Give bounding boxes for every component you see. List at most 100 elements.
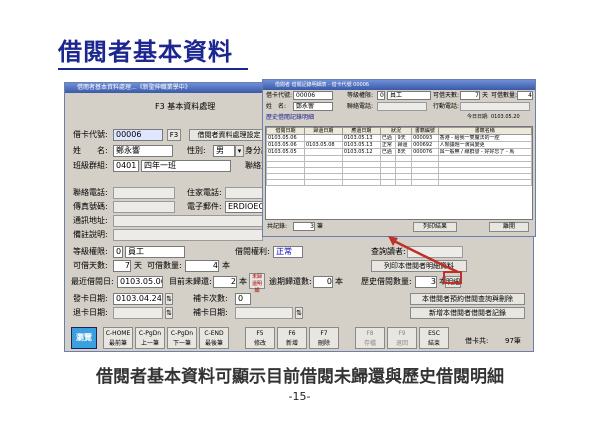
edit-button[interactable]: F5 修改 — [245, 327, 275, 349]
right-field: 正常 — [273, 246, 303, 258]
expire-date-input[interactable] — [113, 307, 163, 319]
cell-return-date: 0103.05.08 — [303, 141, 343, 149]
fax-input[interactable] — [113, 201, 175, 213]
card-label: 借卡代號: — [266, 92, 293, 99]
cell-book-id: 000093 — [411, 134, 439, 142]
cell-book-id: 000692 — [411, 141, 439, 149]
prev-record-button[interactable]: C-PgDn 上一筆 — [135, 327, 165, 349]
home-phone-input[interactable] — [225, 187, 265, 199]
reservation-button[interactable]: 本借閱者預約借閱查詢與刪除 — [410, 293, 525, 305]
browse-button[interactable]: 瀏覽 — [71, 327, 97, 349]
days-unit: 天 — [482, 92, 489, 99]
history-table: 借閱日期 歸還日期 應還日期 狀況 書籍編號 書籍名稱 0103.05.06 0… — [265, 126, 533, 220]
save-button[interactable]: F8 存檔 — [355, 327, 385, 349]
fax-label: 傳真號碼: — [73, 202, 108, 211]
edit-key: F5 — [256, 330, 264, 337]
today-value: 0103.05.20 — [491, 114, 520, 120]
exit-label: 結束 — [427, 340, 440, 347]
f3-lookup-button[interactable]: F3 — [167, 129, 181, 141]
cell-status-days: 歸還 — [395, 141, 413, 149]
expire-date-spin-icon[interactable]: ⇅ — [165, 307, 173, 319]
right-label: 借閱權利: — [235, 247, 270, 256]
class-name-field: 四年一班 — [141, 160, 231, 172]
gender-label: 性別: — [187, 146, 206, 155]
delete-button[interactable]: F7 刪除 — [309, 327, 339, 349]
prev-record-key: C-PgDn — [138, 330, 162, 337]
level-code: 0 — [377, 91, 385, 100]
qty-unit: 本 — [222, 261, 230, 270]
email-input[interactable]: ERDIOECO — [225, 201, 265, 213]
last-record-button[interactable]: C-END 最後筆 — [199, 327, 229, 349]
empty-row — [266, 179, 532, 186]
section-label: 歷史借閱記錄明細 — [266, 114, 315, 121]
cell-status: 已過 — [379, 148, 397, 156]
cell-status-days: 8天 — [395, 148, 413, 156]
card-field: 00006 — [293, 91, 333, 100]
today-label: 今日日期: — [467, 114, 489, 120]
setup-button[interactable]: 借閱者資料處理設定 — [189, 129, 269, 141]
save-label: 存檔 — [363, 340, 376, 347]
gender-dropdown-icon[interactable]: ▾ — [235, 145, 244, 157]
last-date-field: 0103.05.06 — [117, 276, 163, 288]
cell-due-date: 0103.05.12 — [341, 148, 381, 156]
cell-borrow-date: 0103.05.06 — [266, 134, 305, 142]
cell-status-days: 9天 — [395, 134, 413, 142]
reissue-date-input[interactable] — [235, 307, 293, 319]
reissue-date-spin-icon[interactable]: ⇅ — [295, 307, 303, 319]
col-borrow-date: 借閱日期 — [266, 127, 305, 135]
table-row[interactable]: 0103.05.05 0103.05.12 已過 8天 000076 與一般無 … — [266, 148, 532, 156]
next-record-button[interactable]: C-PgDn 下一筆 — [167, 327, 197, 349]
cancel-button[interactable]: F9 退回 — [387, 327, 417, 349]
borrower-id-input[interactable]: 00006 — [113, 129, 163, 141]
table-row[interactable]: 0103.05.06 0103.05.08 0103.05.13 正常 歸還 0… — [266, 141, 532, 149]
borrower-id-label: 借卡代號: — [73, 130, 108, 139]
history-table-header: 借閱日期 歸還日期 應還日期 狀況 書籍編號 書籍名稱 — [266, 127, 532, 135]
cell-book-name: 與一般無 / 線群發 - 好好忘了 - 馬 — [437, 148, 532, 156]
exit-button[interactable]: ESC 結束 — [419, 327, 449, 349]
overdue-field: 0 — [313, 276, 333, 288]
next-record-label: 下一筆 — [172, 340, 191, 347]
class-code-input[interactable]: 0401 — [113, 160, 139, 172]
cell-status: 正常 — [379, 141, 397, 149]
col-due-date: 應還日期 — [341, 127, 381, 135]
slide-caption: 借閱者基本資料可顯示目前借閱未歸還與歷史借閱明細 — [96, 367, 504, 387]
add-record-button[interactable]: 新增本借閱者借閱者記錄 — [410, 307, 525, 319]
phone-input[interactable] — [113, 187, 175, 199]
total-label: 共記錄: — [267, 223, 288, 230]
gender-select[interactable]: 男 — [213, 145, 235, 157]
issue-date-input[interactable]: 0103.04.24 — [113, 293, 163, 305]
cell-borrow-date: 0103.05.06 — [266, 141, 305, 149]
note-label: 備註說明: — [73, 230, 108, 239]
qty-label: 可借數量: — [147, 261, 182, 270]
table-row[interactable]: 0103.05.06 0103.05.13 已過 9天 000093 香港 - … — [266, 134, 532, 142]
last-date-label: 最近借閱日: — [71, 277, 114, 286]
name-field: 鄭永響 — [293, 102, 333, 111]
address-input[interactable] — [113, 215, 263, 227]
level-code-input[interactable]: 0 — [113, 246, 123, 258]
days-label: 可借天數: — [73, 261, 108, 270]
history-window-titlebar: 借閱者 借閱記錄明細表 - 借卡代號 00006 — [263, 80, 535, 90]
callout-arrow — [388, 236, 459, 274]
days-unit: 天 — [134, 261, 142, 270]
last-record-label: 最後筆 — [204, 340, 223, 347]
unreturned-field: 2 — [213, 276, 237, 288]
first-record-button[interactable]: C-HOME 最前筆 — [103, 327, 133, 349]
col-book-id: 書籍編號 — [411, 127, 439, 135]
overdue-label: 逾期歸還數: — [269, 277, 312, 286]
history-window-title: 借閱者 借閱記錄明細表 - 借卡代號 00006 — [275, 82, 370, 88]
prev-record-label: 上一筆 — [140, 340, 159, 347]
total-unit: 筆 — [317, 223, 324, 230]
add-button[interactable]: F6 新增 — [277, 327, 307, 349]
delete-key: F7 — [320, 330, 328, 337]
unreturned-detail-button[interactable]: 未歸還明細 — [249, 273, 265, 294]
days-label: 可借天數: — [433, 92, 460, 99]
phone-label: 聯絡電話: — [347, 103, 374, 110]
print-result-button[interactable]: 列印結果 — [413, 222, 457, 232]
col-status: 狀況 — [379, 127, 413, 135]
issue-date-spin-icon[interactable]: ⇅ — [165, 293, 173, 305]
close-button[interactable]: 離開 — [489, 222, 529, 232]
name-input[interactable]: 鄭永響 — [113, 145, 173, 157]
history-label: 歷史借閱數量: — [361, 277, 412, 286]
note-input[interactable] — [113, 229, 263, 241]
reissue-field: 0 — [235, 293, 251, 305]
